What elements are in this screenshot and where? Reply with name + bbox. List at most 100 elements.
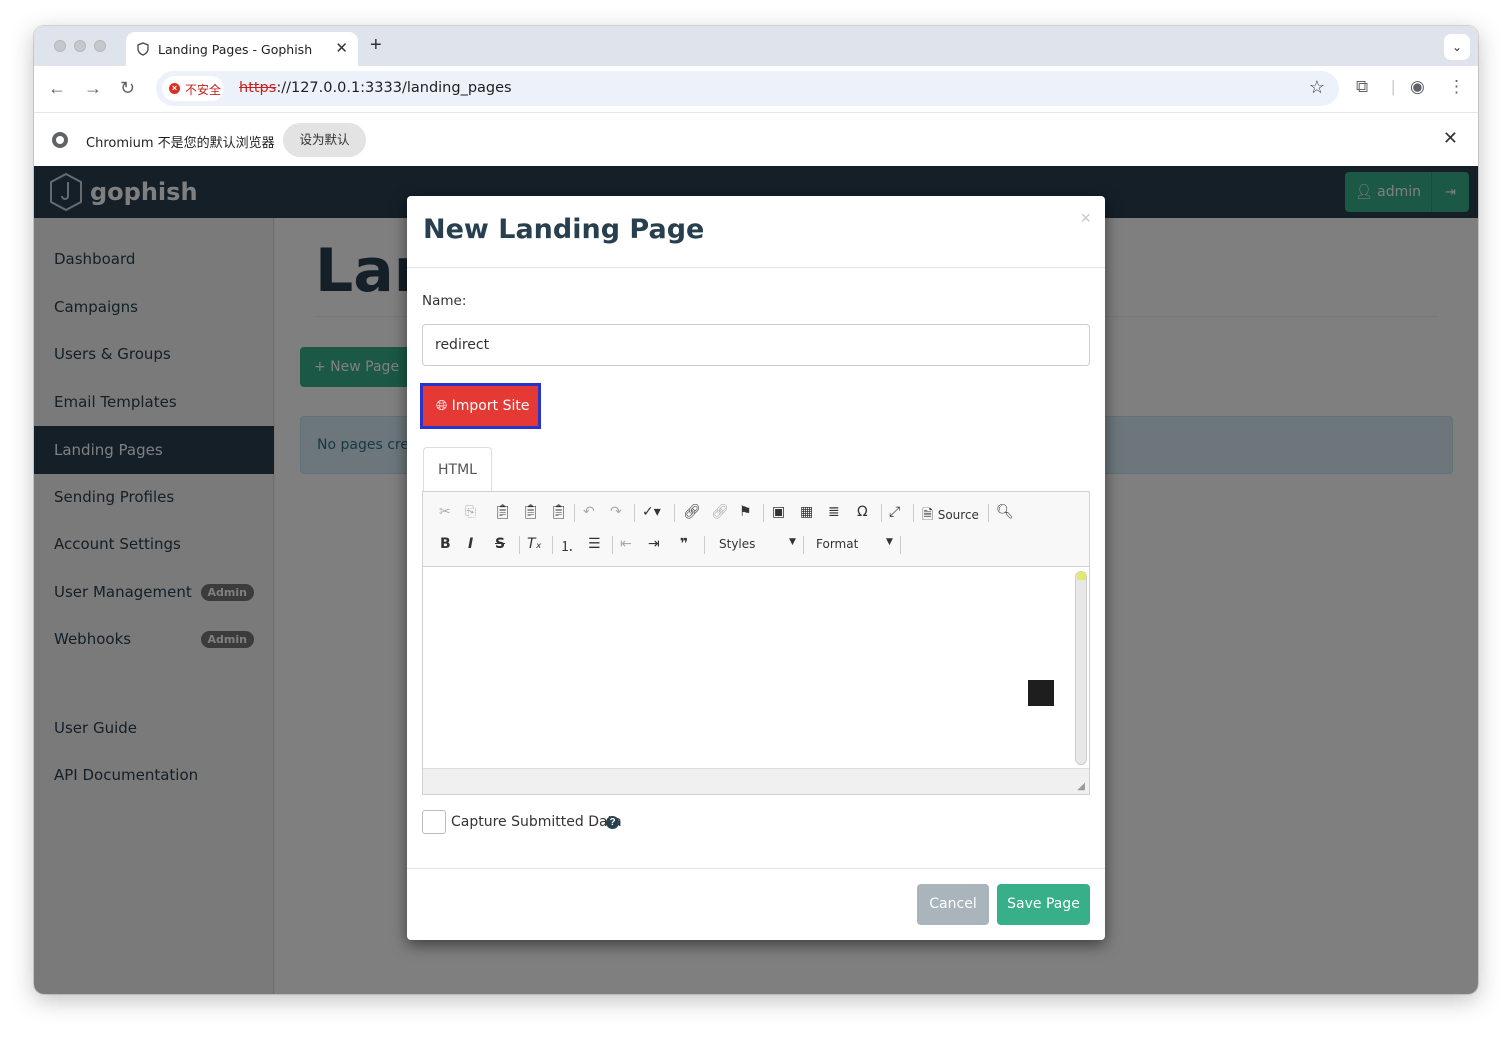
toolbar-separator — [913, 504, 914, 522]
italic-icon[interactable]: I — [468, 536, 473, 552]
modal-title: New Landing Page — [423, 214, 705, 245]
close-icon[interactable]: × — [1080, 208, 1091, 229]
forward-icon[interactable]: → — [84, 78, 102, 99]
chevron-down-icon: ▼ — [886, 537, 893, 547]
browser-window: Landing Pages - Gophish ✕ + ⌄ ← → ↻ × 不安… — [34, 26, 1478, 994]
default-browser-infobar: Chromium 不是您的默认浏览器 设为默认 ✕ — [34, 112, 1478, 166]
url-scheme: https — [239, 80, 277, 96]
scrollbar-grip[interactable] — [1077, 572, 1086, 580]
toolbar-divider: | — [1391, 77, 1396, 96]
outdent-icon[interactable]: ⇤ — [620, 536, 632, 552]
resize-handle-icon[interactable]: ◢ — [1077, 781, 1085, 792]
strikethrough-icon[interactable]: S — [495, 536, 505, 552]
redo-icon[interactable]: ↷ — [610, 504, 622, 520]
url-text[interactable]: https://127.0.0.1:3333/landing_pages — [239, 80, 512, 96]
zoom-window-button[interactable] — [94, 40, 106, 52]
toolbar-separator — [881, 504, 882, 522]
bulleted-list-icon[interactable]: ☰ — [588, 536, 601, 552]
chevron-down-icon: ▼ — [789, 537, 796, 547]
name-input[interactable] — [422, 324, 1090, 366]
close-window-button[interactable] — [54, 40, 66, 52]
table-icon[interactable]: ▦ — [800, 504, 813, 520]
browser-toolbar: ← → ↻ × 不安全 https://127.0.0.1:3333/landi… — [34, 66, 1478, 112]
new-landing-page-modal: New Landing Page × Name: 🌐︎ Import Site … — [407, 196, 1105, 940]
unlink-icon[interactable]: 🔗︎ — [711, 504, 729, 520]
save-page-button[interactable]: Save Page — [997, 884, 1090, 925]
modal-header-divider — [407, 267, 1105, 268]
editor-status-bar: ◢ — [423, 768, 1089, 794]
format-label: Format — [816, 537, 859, 551]
import-site-button[interactable]: 🌐︎ Import Site — [420, 383, 541, 429]
cut-icon[interactable]: ✂ — [439, 504, 451, 520]
remove-format-icon[interactable]: Tₓ — [527, 536, 542, 552]
toolbar-separator — [900, 536, 901, 554]
styles-dropdown[interactable]: Styles ▼ — [719, 537, 796, 551]
copy-icon[interactable]: ⎘ — [465, 504, 476, 520]
special-char-icon[interactable]: Ω — [857, 504, 868, 520]
toolbar-separator — [574, 504, 575, 522]
infobar-text: Chromium 不是您的默认浏览器 — [86, 136, 275, 151]
tab-html[interactable]: HTML — [423, 447, 492, 492]
link-icon[interactable]: 🔗︎ — [683, 504, 701, 520]
preview-icon[interactable]: 🔍︎ — [996, 504, 1014, 520]
toolbar-separator — [674, 504, 675, 522]
tab-search-button[interactable]: ⌄ — [1444, 34, 1470, 60]
security-indicator[interactable]: × 不安全 — [162, 76, 224, 101]
url-path: ://127.0.0.1:3333/landing_pages — [276, 80, 512, 96]
black-square — [1028, 680, 1054, 706]
toolbar-separator — [634, 504, 635, 522]
toolbar-separator — [552, 536, 553, 554]
back-icon[interactable]: ← — [48, 78, 66, 99]
editor-content-area[interactable] — [423, 567, 1089, 768]
name-label: Name: — [422, 293, 467, 309]
paste-word-icon[interactable]: 📋︎ — [550, 504, 568, 520]
styles-label: Styles — [719, 537, 756, 551]
tab-title: Landing Pages - Gophish — [158, 42, 313, 57]
infobar-close-icon[interactable]: ✕ — [1443, 128, 1458, 149]
toolbar-separator — [803, 536, 804, 554]
bold-icon[interactable]: B — [440, 536, 451, 552]
source-label: Source — [937, 508, 979, 522]
anchor-flag-icon[interactable]: ⚑ — [739, 504, 752, 520]
capture-submitted-data-label[interactable]: Capture Submitted Data — [451, 814, 622, 830]
toolbar-separator — [988, 504, 989, 522]
horizontal-line-icon[interactable]: ≣ — [828, 504, 840, 520]
editor-scrollbar[interactable] — [1075, 571, 1087, 765]
paste-icon[interactable]: 📋︎ — [494, 504, 512, 520]
toolbar-separator — [704, 536, 705, 554]
html-editor: ✂ ⎘ 📋︎ 📋︎ 📋︎ ↶ ↷ ✓▾ 🔗︎ 🔗︎ ⚑ ▣ ▦ ≣ Ω ⤢ 🗎︎… — [422, 491, 1090, 795]
spellcheck-icon[interactable]: ✓▾ — [642, 504, 661, 520]
bookmark-star-icon[interactable]: ☆ — [1309, 77, 1325, 98]
globe-icon: 🌐︎ — [436, 398, 452, 414]
toolbar-separator — [519, 536, 520, 554]
set-default-button[interactable]: 设为默认 — [283, 123, 366, 157]
source-icon: 🗎︎ — [922, 507, 934, 523]
warning-icon: × — [169, 83, 180, 94]
undo-icon[interactable]: ↶ — [583, 504, 595, 520]
blockquote-icon[interactable]: ❞ — [680, 536, 688, 552]
menu-icon[interactable]: ⋮ — [1448, 77, 1465, 97]
profile-icon[interactable]: ◉ — [1410, 77, 1425, 97]
question-circle-icon[interactable]: ? — [606, 816, 619, 829]
browser-tab[interactable]: Landing Pages - Gophish ✕ — [126, 32, 358, 66]
cancel-button[interactable]: Cancel — [917, 884, 989, 925]
modal-footer-divider — [407, 868, 1105, 869]
source-button[interactable]: 🗎︎ Source — [922, 504, 979, 528]
address-bar[interactable]: × 不安全 https://127.0.0.1:3333/landing_pag… — [156, 71, 1339, 106]
minimize-window-button[interactable] — [74, 40, 86, 52]
reload-icon[interactable]: ↻ — [120, 78, 135, 99]
image-icon[interactable]: ▣ — [772, 504, 785, 520]
shield-icon — [137, 42, 149, 56]
numbered-list-icon[interactable]: ⒈ — [560, 536, 574, 556]
editor-toolbar: ✂ ⎘ 📋︎ 📋︎ 📋︎ ↶ ↷ ✓▾ 🔗︎ 🔗︎ ⚑ ▣ ▦ ≣ Ω ⤢ 🗎︎… — [423, 492, 1089, 567]
chromium-logo-icon — [52, 132, 68, 148]
tab-close-icon[interactable]: ✕ — [335, 39, 348, 57]
indent-icon[interactable]: ⇥ — [648, 536, 660, 552]
capture-submitted-data-checkbox[interactable] — [422, 810, 446, 834]
extensions-icon[interactable]: ⧉ — [1356, 77, 1368, 97]
maximize-icon[interactable]: ⤢ — [889, 504, 900, 520]
import-site-label: Import Site — [451, 398, 530, 414]
new-tab-button[interactable]: + — [370, 34, 382, 57]
paste-text-icon[interactable]: 📋︎ — [522, 504, 540, 520]
format-dropdown[interactable]: Format ▼ — [816, 537, 893, 551]
